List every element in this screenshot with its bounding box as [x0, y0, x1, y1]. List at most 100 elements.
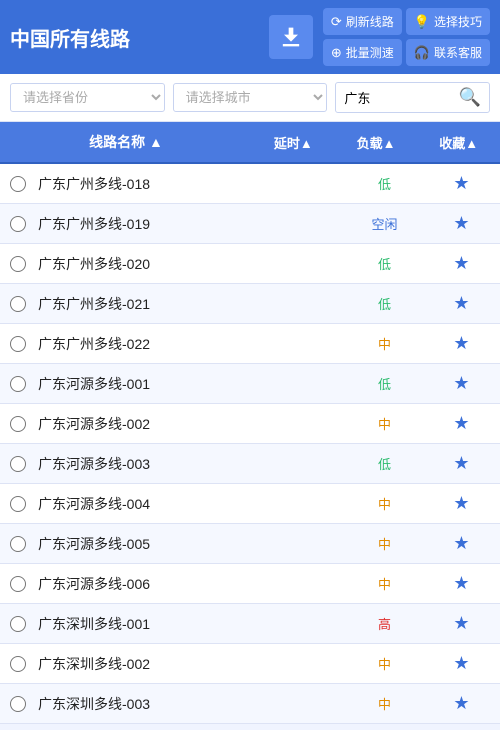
row-radio-input[interactable]	[10, 496, 26, 512]
row-load: 低	[346, 374, 423, 393]
row-radio-input[interactable]	[10, 416, 26, 432]
star-icon[interactable]: ★	[453, 333, 469, 353]
row-name: 广东河源多线-001	[36, 374, 269, 394]
row-radio-wrap[interactable]	[0, 176, 36, 192]
row-radio-wrap[interactable]	[0, 616, 36, 632]
row-radio-input[interactable]	[10, 216, 26, 232]
row-name: 广东河源多线-002	[36, 414, 269, 434]
row-load: 低	[346, 294, 423, 313]
star-icon[interactable]: ★	[453, 493, 469, 513]
col-name-header[interactable]: 线路名称 ▲	[0, 122, 252, 162]
page-title: 中国所有线路	[10, 23, 259, 52]
contact-label: 联系客服	[434, 44, 482, 61]
search-input[interactable]	[344, 90, 458, 105]
row-load: 低	[346, 454, 423, 473]
row-fav[interactable]: ★	[423, 693, 500, 714]
row-load: 空闲	[346, 214, 423, 233]
batch-label: 批量测速	[346, 44, 394, 61]
refresh-button[interactable]: ⟳ 刷新线路	[323, 8, 402, 35]
row-radio-input[interactable]	[10, 376, 26, 392]
row-fav[interactable]: ★	[423, 533, 500, 554]
row-radio-input[interactable]	[10, 696, 26, 712]
row-fav[interactable]: ★	[423, 253, 500, 274]
row-load: 中	[346, 334, 423, 353]
row-radio-input[interactable]	[10, 296, 26, 312]
filter-row: 请选择省份 请选择城市 🔍	[0, 74, 500, 122]
province-select[interactable]: 请选择省份	[10, 83, 165, 112]
col-fav-header[interactable]: 收藏▲	[417, 123, 500, 162]
row-load: 中	[346, 494, 423, 513]
row-radio-input[interactable]	[10, 536, 26, 552]
star-icon[interactable]: ★	[453, 373, 469, 393]
row-name: 广东广州多线-019	[36, 214, 269, 234]
contact-button[interactable]: 🎧 联系客服	[406, 39, 490, 66]
download-icon[interactable]	[269, 15, 313, 59]
row-fav[interactable]: ★	[423, 573, 500, 594]
table-row: 广东广州多线-019 空闲 ★	[0, 204, 500, 244]
row-radio-input[interactable]	[10, 576, 26, 592]
row-fav[interactable]: ★	[423, 613, 500, 634]
table-row: 广东广州多线-022 中 ★	[0, 324, 500, 364]
row-radio-wrap[interactable]	[0, 376, 36, 392]
table-row: 广东河源多线-004 中 ★	[0, 484, 500, 524]
row-radio-input[interactable]	[10, 336, 26, 352]
star-icon[interactable]: ★	[453, 173, 469, 193]
header: 中国所有线路 ⟳ 刷新线路 💡 选择技巧 ⊕ 批量测速 🎧 联系客服	[0, 0, 500, 74]
star-icon[interactable]: ★	[453, 573, 469, 593]
row-name: 广东广州多线-020	[36, 254, 269, 274]
row-fav[interactable]: ★	[423, 213, 500, 234]
row-radio-wrap[interactable]	[0, 256, 36, 272]
row-load: 低	[346, 174, 423, 193]
row-load: 中	[346, 654, 423, 673]
star-icon[interactable]: ★	[453, 693, 469, 713]
row-fav[interactable]: ★	[423, 413, 500, 434]
batch-test-button[interactable]: ⊕ 批量测速	[323, 39, 402, 66]
col-load-header[interactable]: 负载▲	[335, 123, 418, 162]
row-radio-input[interactable]	[10, 456, 26, 472]
row-radio-input[interactable]	[10, 256, 26, 272]
star-icon[interactable]: ★	[453, 653, 469, 673]
row-fav[interactable]: ★	[423, 493, 500, 514]
table-row: 广东深圳多线-002 中 ★	[0, 644, 500, 684]
row-radio-wrap[interactable]	[0, 576, 36, 592]
header-buttons: ⟳ 刷新线路 💡 选择技巧 ⊕ 批量测速 🎧 联系客服	[323, 8, 490, 66]
star-icon[interactable]: ★	[453, 253, 469, 273]
table-row: 广东河源多线-003 低 ★	[0, 444, 500, 484]
row-fav[interactable]: ★	[423, 373, 500, 394]
row-radio-wrap[interactable]	[0, 296, 36, 312]
star-icon[interactable]: ★	[453, 613, 469, 633]
row-fav[interactable]: ★	[423, 333, 500, 354]
table-row: 广东河源多线-005 中 ★	[0, 524, 500, 564]
row-fav[interactable]: ★	[423, 173, 500, 194]
row-fav[interactable]: ★	[423, 653, 500, 674]
row-radio-wrap[interactable]	[0, 656, 36, 672]
row-radio-input[interactable]	[10, 176, 26, 192]
star-icon[interactable]: ★	[453, 453, 469, 473]
star-icon[interactable]: ★	[453, 413, 469, 433]
search-wrap: 🔍	[335, 82, 490, 113]
row-radio-wrap[interactable]	[0, 216, 36, 232]
row-radio-input[interactable]	[10, 616, 26, 632]
star-icon[interactable]: ★	[453, 533, 469, 553]
search-icon[interactable]: 🔍	[459, 87, 481, 108]
row-radio-wrap[interactable]	[0, 536, 36, 552]
row-fav[interactable]: ★	[423, 453, 500, 474]
row-name: 广东广州多线-022	[36, 334, 269, 354]
row-radio-wrap[interactable]	[0, 456, 36, 472]
star-icon[interactable]: ★	[453, 213, 469, 233]
city-select[interactable]: 请选择城市	[173, 83, 328, 112]
batch-icon: ⊕	[331, 45, 342, 61]
contact-icon: 🎧	[414, 45, 430, 61]
row-name: 广东广州多线-021	[36, 294, 269, 314]
tips-button[interactable]: 💡 选择技巧	[406, 8, 490, 35]
row-radio-wrap[interactable]	[0, 416, 36, 432]
row-radio-input[interactable]	[10, 656, 26, 672]
star-icon[interactable]: ★	[453, 293, 469, 313]
table-body: 广东广州多线-018 低 ★ 广东广州多线-019 空闲 ★ 广东广州多线-02…	[0, 164, 500, 724]
col-delay-header[interactable]: 延时▲	[252, 123, 335, 162]
table-row: 广东河源多线-002 中 ★	[0, 404, 500, 444]
row-radio-wrap[interactable]	[0, 336, 36, 352]
row-radio-wrap[interactable]	[0, 696, 36, 712]
row-radio-wrap[interactable]	[0, 496, 36, 512]
row-fav[interactable]: ★	[423, 293, 500, 314]
